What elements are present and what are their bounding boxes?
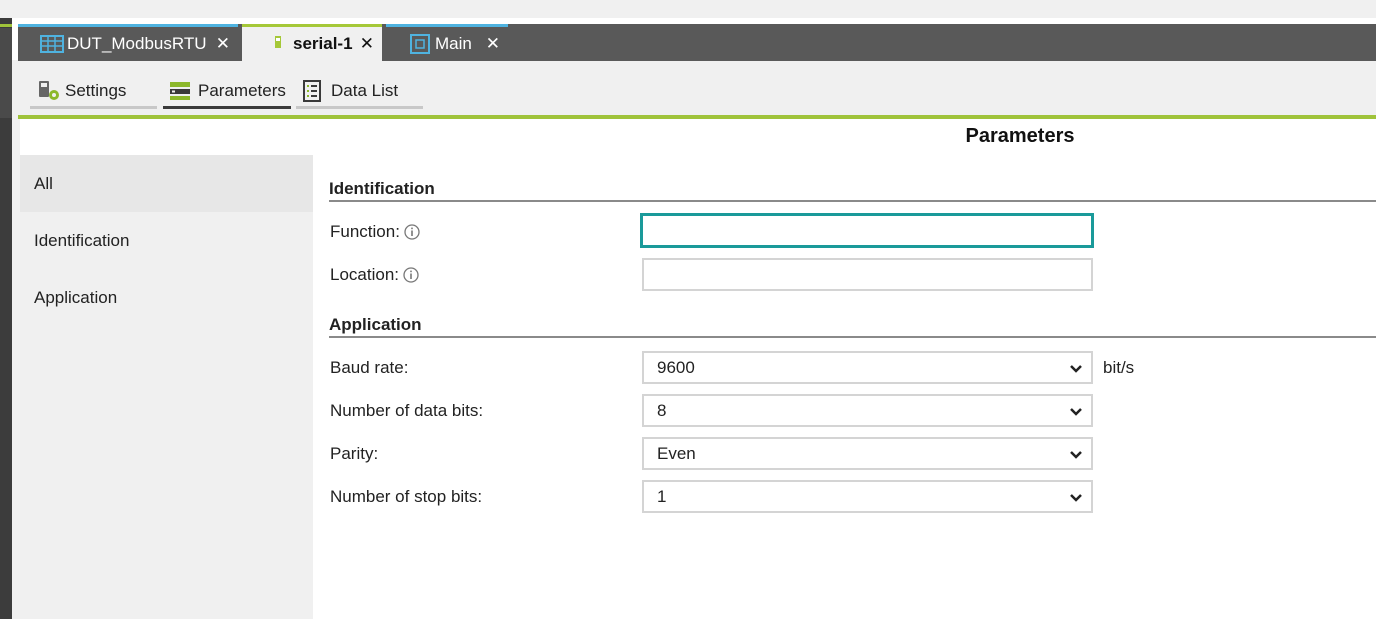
subtab-settings[interactable]: Settings: [30, 76, 157, 109]
stop-bits-label: Number of stop bits:: [330, 487, 483, 506]
baud-rate-select[interactable]: 9600: [642, 351, 1093, 384]
tab-serial-1[interactable]: serial-1 ✕: [242, 24, 382, 61]
parity-select[interactable]: Even: [642, 437, 1093, 470]
subtab-label: Data List: [331, 81, 399, 100]
data-bits-label: Number of data bits:: [330, 401, 484, 420]
subtab-label: Parameters: [198, 81, 286, 100]
location-label: Location:: [330, 263, 419, 287]
window-icon: [408, 34, 432, 54]
location-label-text: Location:: [330, 265, 399, 284]
parameters-icon: [169, 80, 195, 102]
function-input[interactable]: [640, 213, 1094, 248]
function-label-text: Function:: [330, 222, 400, 241]
parity-label: Parity:: [330, 444, 379, 463]
info-icon[interactable]: [404, 224, 420, 240]
window-top-strip: [0, 0, 1376, 18]
baud-rate-value: 9600: [657, 357, 695, 377]
baud-rate-label: Baud rate:: [330, 358, 409, 377]
nav-item-application[interactable]: Application: [20, 269, 313, 326]
parity-value: Even: [657, 443, 696, 463]
nav-item-identification[interactable]: Identification: [20, 212, 313, 269]
device-icon: [266, 34, 290, 54]
subtab-label: Settings: [65, 81, 127, 100]
data-bits-select[interactable]: 8: [642, 394, 1093, 427]
function-label: Function:: [330, 220, 420, 244]
document-tab-bar: DUT_ModbusRTU ✕ serial-1 ✕ Main ✕: [18, 24, 1376, 61]
settings-device-icon: [36, 80, 62, 102]
tab-label: serial-1: [293, 34, 353, 53]
page-title: Parameters: [965, 125, 1075, 147]
chevron-down-icon: [1069, 490, 1083, 510]
table-icon: [40, 34, 64, 54]
stop-bits-value: 1: [657, 486, 667, 506]
section-heading-identification: Identification: [329, 179, 1376, 202]
close-icon[interactable]: ✕: [216, 34, 230, 54]
stop-bits-select[interactable]: 1: [642, 480, 1093, 513]
data-bits-value: 8: [657, 400, 667, 420]
close-icon[interactable]: ✕: [486, 34, 500, 54]
editor-toolbar: Settings Parameters Data List: [18, 61, 1376, 116]
chevron-down-icon: [1069, 447, 1083, 467]
left-frame: [0, 18, 12, 619]
tab-main[interactable]: Main ✕: [386, 24, 508, 61]
list-icon: [302, 80, 328, 102]
chevron-down-icon: [1069, 361, 1083, 381]
section-heading-application: Application: [329, 315, 1376, 338]
tab-label: DUT_ModbusRTU: [67, 34, 207, 53]
left-gutter: [12, 60, 20, 619]
subtab-data-list[interactable]: Data List: [296, 76, 423, 109]
info-icon[interactable]: [403, 267, 419, 283]
location-input[interactable]: [642, 258, 1093, 291]
nav-item-all[interactable]: All: [20, 155, 313, 212]
tab-label: Main: [435, 34, 472, 53]
baud-rate-unit: bit/s: [1103, 358, 1135, 377]
accent-divider: [18, 115, 1376, 119]
subtab-parameters[interactable]: Parameters: [163, 76, 291, 109]
close-icon[interactable]: ✕: [360, 34, 374, 54]
tab-dut-modbusrtu[interactable]: DUT_ModbusRTU ✕: [18, 24, 238, 61]
parameter-category-nav: All Identification Application: [20, 155, 313, 619]
chevron-down-icon: [1069, 404, 1083, 424]
